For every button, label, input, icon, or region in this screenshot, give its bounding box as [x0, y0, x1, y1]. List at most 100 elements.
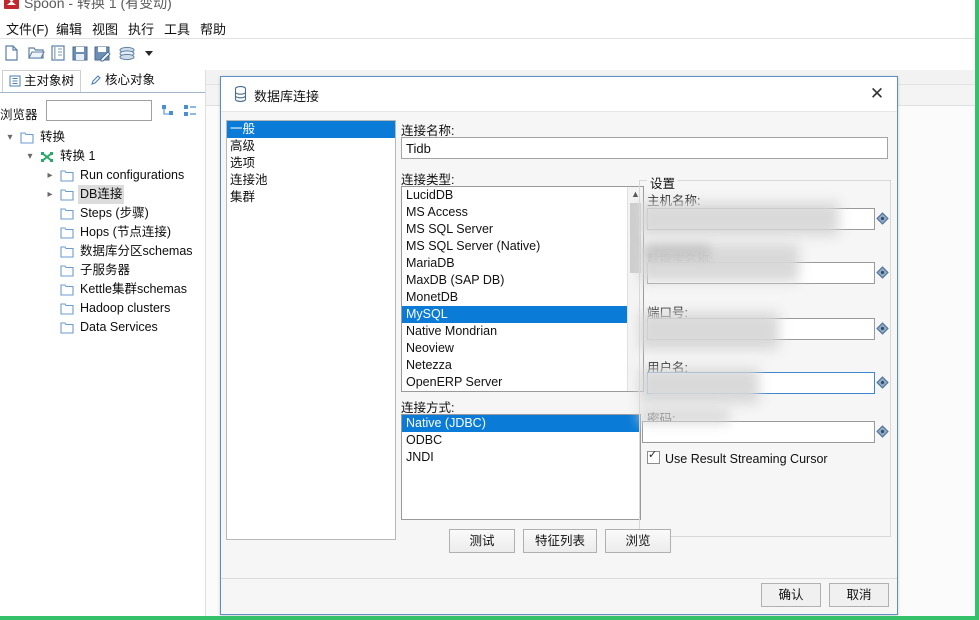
db-type-neoview[interactable]: Neoview [402, 340, 643, 357]
dialog-title: 数据库连接 [254, 89, 320, 104]
menu-help[interactable]: 帮助 [196, 17, 230, 40]
explore-icon[interactable] [48, 43, 68, 63]
db-type-maxdb[interactable]: MaxDB (SAP DB) [402, 272, 643, 289]
category-general[interactable]: 一般 [227, 121, 395, 138]
menu-edit[interactable]: 编辑 [52, 17, 86, 40]
variable-insert-icon[interactable] [876, 322, 889, 335]
db-type-netezza[interactable]: Netezza [402, 357, 643, 374]
access-odbc[interactable]: ODBC [402, 432, 640, 449]
tree-item-slave-servers[interactable]: 子服务器 [0, 261, 205, 280]
chevron-right-icon[interactable]: ▸ [44, 185, 56, 204]
use-result-streaming-cursor-row[interactable]: Use Result Streaming Cursor [647, 448, 828, 466]
folder-icon [60, 280, 75, 299]
tree-item-kettle-cluster-schemas[interactable]: Kettle集群schemas [0, 280, 205, 299]
spoon-icon [4, 0, 19, 9]
left-panel-tabs: 主对象树 核心对象 [0, 70, 205, 93]
folder-icon [60, 166, 75, 185]
menu-file[interactable]: 文件(F) [2, 17, 53, 40]
object-tree[interactable]: ▾ 转换 ▾ 转换 1 ▸ Run configurations ▸ DB连接 … [0, 128, 205, 337]
tree-item-transformations[interactable]: ▾ 转换 [0, 128, 205, 147]
open-file-icon[interactable] [26, 43, 46, 63]
access-native-jdbc[interactable]: Native (JDBC) [402, 415, 640, 432]
tree-item-label: 转换 1 [60, 149, 96, 163]
feature-list-button[interactable]: 特征列表 [523, 529, 597, 553]
checkbox-icon[interactable] [647, 448, 660, 464]
tree-item-hops[interactable]: Hops (节点连接) [0, 223, 205, 242]
menu-view[interactable]: 视图 [88, 17, 122, 40]
tree-item-label: Data Services [80, 320, 158, 334]
db-type-openerp-server[interactable]: OpenERP Server [402, 374, 643, 391]
access-jndi[interactable]: JNDI [402, 449, 640, 466]
db-type-native-mondrian[interactable]: Native Mondrian [402, 323, 643, 340]
explore-button[interactable]: 浏览 [605, 529, 671, 553]
collapse-all-icon[interactable] [182, 103, 198, 119]
window-titlebar: Spoon - 转换 1 (有变动) [0, 0, 975, 14]
db-type-monetdb[interactable]: MonetDB [402, 289, 643, 306]
category-advanced[interactable]: 高级 [227, 138, 395, 155]
tree-item-hadoop-clusters[interactable]: Hadoop clusters [0, 299, 205, 318]
tab-main-object-tree-label: 主对象树 [24, 74, 75, 88]
tree-item-data-services[interactable]: Data Services [0, 318, 205, 337]
folder-icon [60, 318, 75, 337]
explorer-search-input[interactable] [46, 100, 152, 121]
new-file-icon[interactable] [2, 43, 22, 63]
panel-splitter[interactable] [205, 70, 206, 620]
tree-item-label: Run configurations [80, 168, 185, 182]
db-type-ms-sql-server[interactable]: MS SQL Server [402, 221, 643, 238]
tree-item-label: Steps (步骤) [80, 206, 149, 220]
close-icon[interactable]: ✕ [867, 85, 887, 103]
dialog-footer: 测试 特征列表 浏览 确认 取消 [221, 529, 897, 613]
chevron-down-icon[interactable]: ▾ [4, 128, 16, 147]
tree-item-db-connections[interactable]: ▸ DB连接 [0, 185, 205, 204]
tab-core-objects[interactable]: 核心对象 [84, 70, 161, 91]
port-redaction [639, 312, 779, 350]
password-redaction [639, 409, 729, 423]
variable-insert-icon[interactable] [876, 376, 889, 389]
dropdown-arrow-icon[interactable] [139, 43, 159, 63]
chevron-right-icon[interactable]: ▸ [44, 166, 56, 185]
pencil-icon [90, 72, 102, 85]
test-button[interactable]: 测试 [449, 529, 515, 553]
chevron-down-icon[interactable]: ▾ [24, 147, 36, 166]
ok-button[interactable]: 确认 [761, 583, 821, 607]
save-icon[interactable] [70, 43, 90, 63]
variable-insert-icon[interactable] [876, 266, 889, 279]
dialog-category-list[interactable]: 一般 高级 选项 连接池 集群 [226, 120, 396, 540]
cancel-button[interactable]: 取消 [829, 583, 889, 607]
variable-insert-icon[interactable] [876, 212, 889, 225]
database-connection-dialog: 数据库连接 ✕ 一般 高级 选项 连接池 集群 连接名称: 连接类型: Luci… [220, 76, 898, 615]
menu-run[interactable]: 执行 [124, 17, 158, 40]
tree-item-db-partition-schemas[interactable]: 数据库分区schemas [0, 242, 205, 261]
connection-method-list[interactable]: Native (JDBC) ODBC JNDI [401, 414, 641, 520]
folder-icon [60, 223, 75, 242]
category-options[interactable]: 选项 [227, 155, 395, 172]
tree-item-run-configurations[interactable]: ▸ Run configurations [0, 166, 205, 185]
tab-main-object-tree[interactable]: 主对象树 [2, 70, 82, 92]
menubar: 文件(F) 编辑 视图 执行 工具 帮助 [0, 15, 975, 37]
db-type-ms-sql-server-native[interactable]: MS SQL Server (Native) [402, 238, 643, 255]
database-name-redaction-2 [646, 245, 710, 258]
capture-border-right [975, 0, 979, 620]
db-type-ms-access[interactable]: MS Access [402, 204, 643, 221]
category-clustering[interactable]: 集群 [227, 189, 395, 206]
variable-insert-icon[interactable] [876, 425, 889, 438]
tree-item-label: Kettle集群schemas [80, 282, 187, 296]
connection-type-list[interactable]: LucidDB MS Access MS SQL Server MS SQL S… [401, 186, 644, 392]
tree-item-steps[interactable]: Steps (步骤) [0, 204, 205, 223]
menubar-divider [0, 38, 975, 39]
database-layers-icon[interactable] [117, 43, 137, 63]
password-input[interactable] [642, 421, 875, 443]
db-type-mariadb[interactable]: MariaDB [402, 255, 643, 272]
transform-icon [40, 147, 55, 166]
folder-icon [60, 299, 75, 318]
save-as-icon[interactable] [92, 43, 112, 63]
connection-name-input[interactable] [401, 137, 888, 159]
folder-icon [20, 128, 35, 147]
db-type-luciddb[interactable]: LucidDB [402, 187, 643, 204]
menu-tools[interactable]: 工具 [160, 17, 194, 40]
category-pooling[interactable]: 连接池 [227, 172, 395, 189]
db-type-mysql[interactable]: MySQL [402, 306, 643, 323]
expand-all-icon[interactable] [160, 103, 176, 119]
tree-item-label: 转换 [40, 130, 66, 144]
tree-item-transformation-1[interactable]: ▾ 转换 1 [0, 147, 205, 166]
